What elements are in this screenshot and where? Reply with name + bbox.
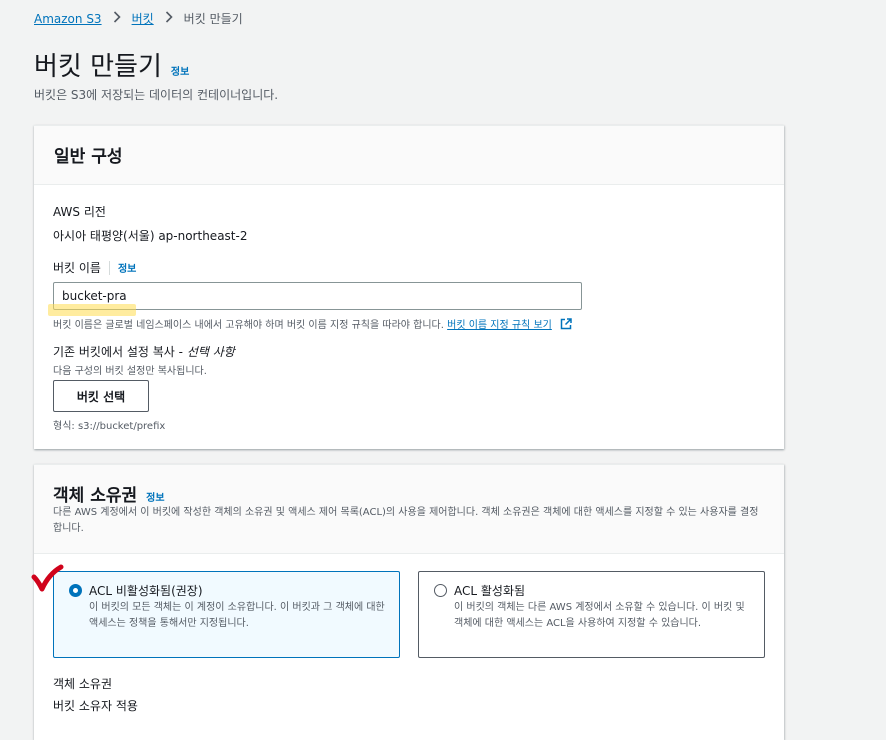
page-title-row: 버킷 만들기 정보 — [34, 46, 189, 83]
choose-bucket-button[interactable]: 버킷 선택 — [53, 380, 149, 412]
copy-settings-hint: 다음 구성의 버킷 설정만 복사됩니다. — [53, 366, 207, 377]
text-highlight-marker — [48, 304, 136, 316]
page-description: 버킷은 S3에 저장되는 데이터의 컨테이너입니다. — [34, 88, 279, 102]
format-hint: 형식: s3://bucket/prefix — [53, 421, 166, 432]
general-config-panel: 일반 구성 AWS 리전 아시아 태평양(서울) ap-northeast-2 … — [34, 125, 784, 449]
acl-disabled-radio[interactable] — [69, 584, 82, 597]
breadcrumb: Amazon S3 버킷 버킷 만들기 — [34, 10, 243, 27]
chevron-right-icon — [113, 10, 121, 27]
object-ownership-info-link[interactable]: 정보 — [146, 489, 164, 504]
copy-settings-label: 기존 버킷에서 설정 복사 - 선택 사항 — [53, 343, 235, 360]
chevron-right-icon — [165, 10, 173, 27]
acl-enabled-option[interactable]: ACL 활성화됨 이 버킷의 객체는 다른 AWS 계정에서 소유할 수 있습니… — [418, 571, 765, 658]
object-ownership-heading: 객체 소유권 — [53, 486, 138, 506]
general-config-heading: 일반 구성 — [54, 147, 123, 167]
general-config-header: 일반 구성 — [34, 126, 784, 185]
object-ownership-description: 다른 AWS 계정에서 이 버킷에 작성한 객체의 소유권 및 액세스 제어 목… — [53, 507, 759, 534]
bucket-name-label-row: 버킷 이름 정보 — [53, 259, 136, 276]
bucket-name-hint: 버킷 이름은 글로벌 네임스페이스 내에서 고유해야 하며 버킷 이름 지정 규… — [53, 316, 572, 333]
object-ownership-title-row: 객체 소유권 정보 — [53, 481, 165, 506]
bucket-name-info-link[interactable]: 정보 — [118, 260, 136, 275]
acl-enabled-radio[interactable] — [434, 584, 447, 597]
checkmark-icon — [29, 564, 65, 597]
region-label: AWS 리전 — [53, 205, 106, 219]
breadcrumb-amazon-s3[interactable]: Amazon S3 — [34, 12, 102, 26]
acl-disabled-desc: 이 버킷의 모든 객체는 이 계정이 소유합니다. 이 버킷과 그 객체에 대한… — [89, 602, 385, 629]
label-divider — [108, 260, 110, 275]
object-ownership-value: 버킷 소유자 적용 — [53, 699, 138, 713]
object-ownership-panel: 객체 소유권 정보 다른 AWS 계정에서 이 버킷에 작성한 객체의 소유권 … — [34, 464, 784, 740]
breadcrumb-buckets[interactable]: 버킷 — [132, 10, 154, 27]
page-info-link[interactable]: 정보 — [171, 63, 189, 78]
acl-disabled-title: ACL 비활성화됨(권장) — [89, 584, 203, 598]
breadcrumb-create-bucket: 버킷 만들기 — [183, 12, 243, 26]
copy-settings-label-text: 기존 버킷에서 설정 복사 - — [53, 345, 183, 359]
acl-enabled-title: ACL 활성화됨 — [454, 584, 526, 598]
acl-enabled-desc: 이 버킷의 객체는 다른 AWS 계정에서 소유할 수 있습니다. 이 버킷 및… — [454, 602, 745, 629]
naming-rules-link[interactable]: 버킷 이름 지정 규칙 보기 — [447, 320, 552, 331]
copy-settings-optional: 선택 사항 — [186, 345, 235, 359]
bucket-name-hint-text: 버킷 이름은 글로벌 네임스페이스 내에서 고유해야 하며 버킷 이름 지정 규… — [53, 320, 444, 331]
bucket-name-label: 버킷 이름 — [53, 261, 101, 275]
page-title: 버킷 만들기 — [34, 52, 162, 82]
region-value: 아시아 태평양(서울) ap-northeast-2 — [53, 229, 248, 243]
external-link-icon[interactable] — [560, 317, 572, 333]
object-ownership-label: 객체 소유권 — [53, 677, 113, 691]
acl-disabled-option[interactable]: ACL 비활성화됨(권장) 이 버킷의 모든 객체는 이 계정이 소유합니다. … — [53, 571, 400, 658]
